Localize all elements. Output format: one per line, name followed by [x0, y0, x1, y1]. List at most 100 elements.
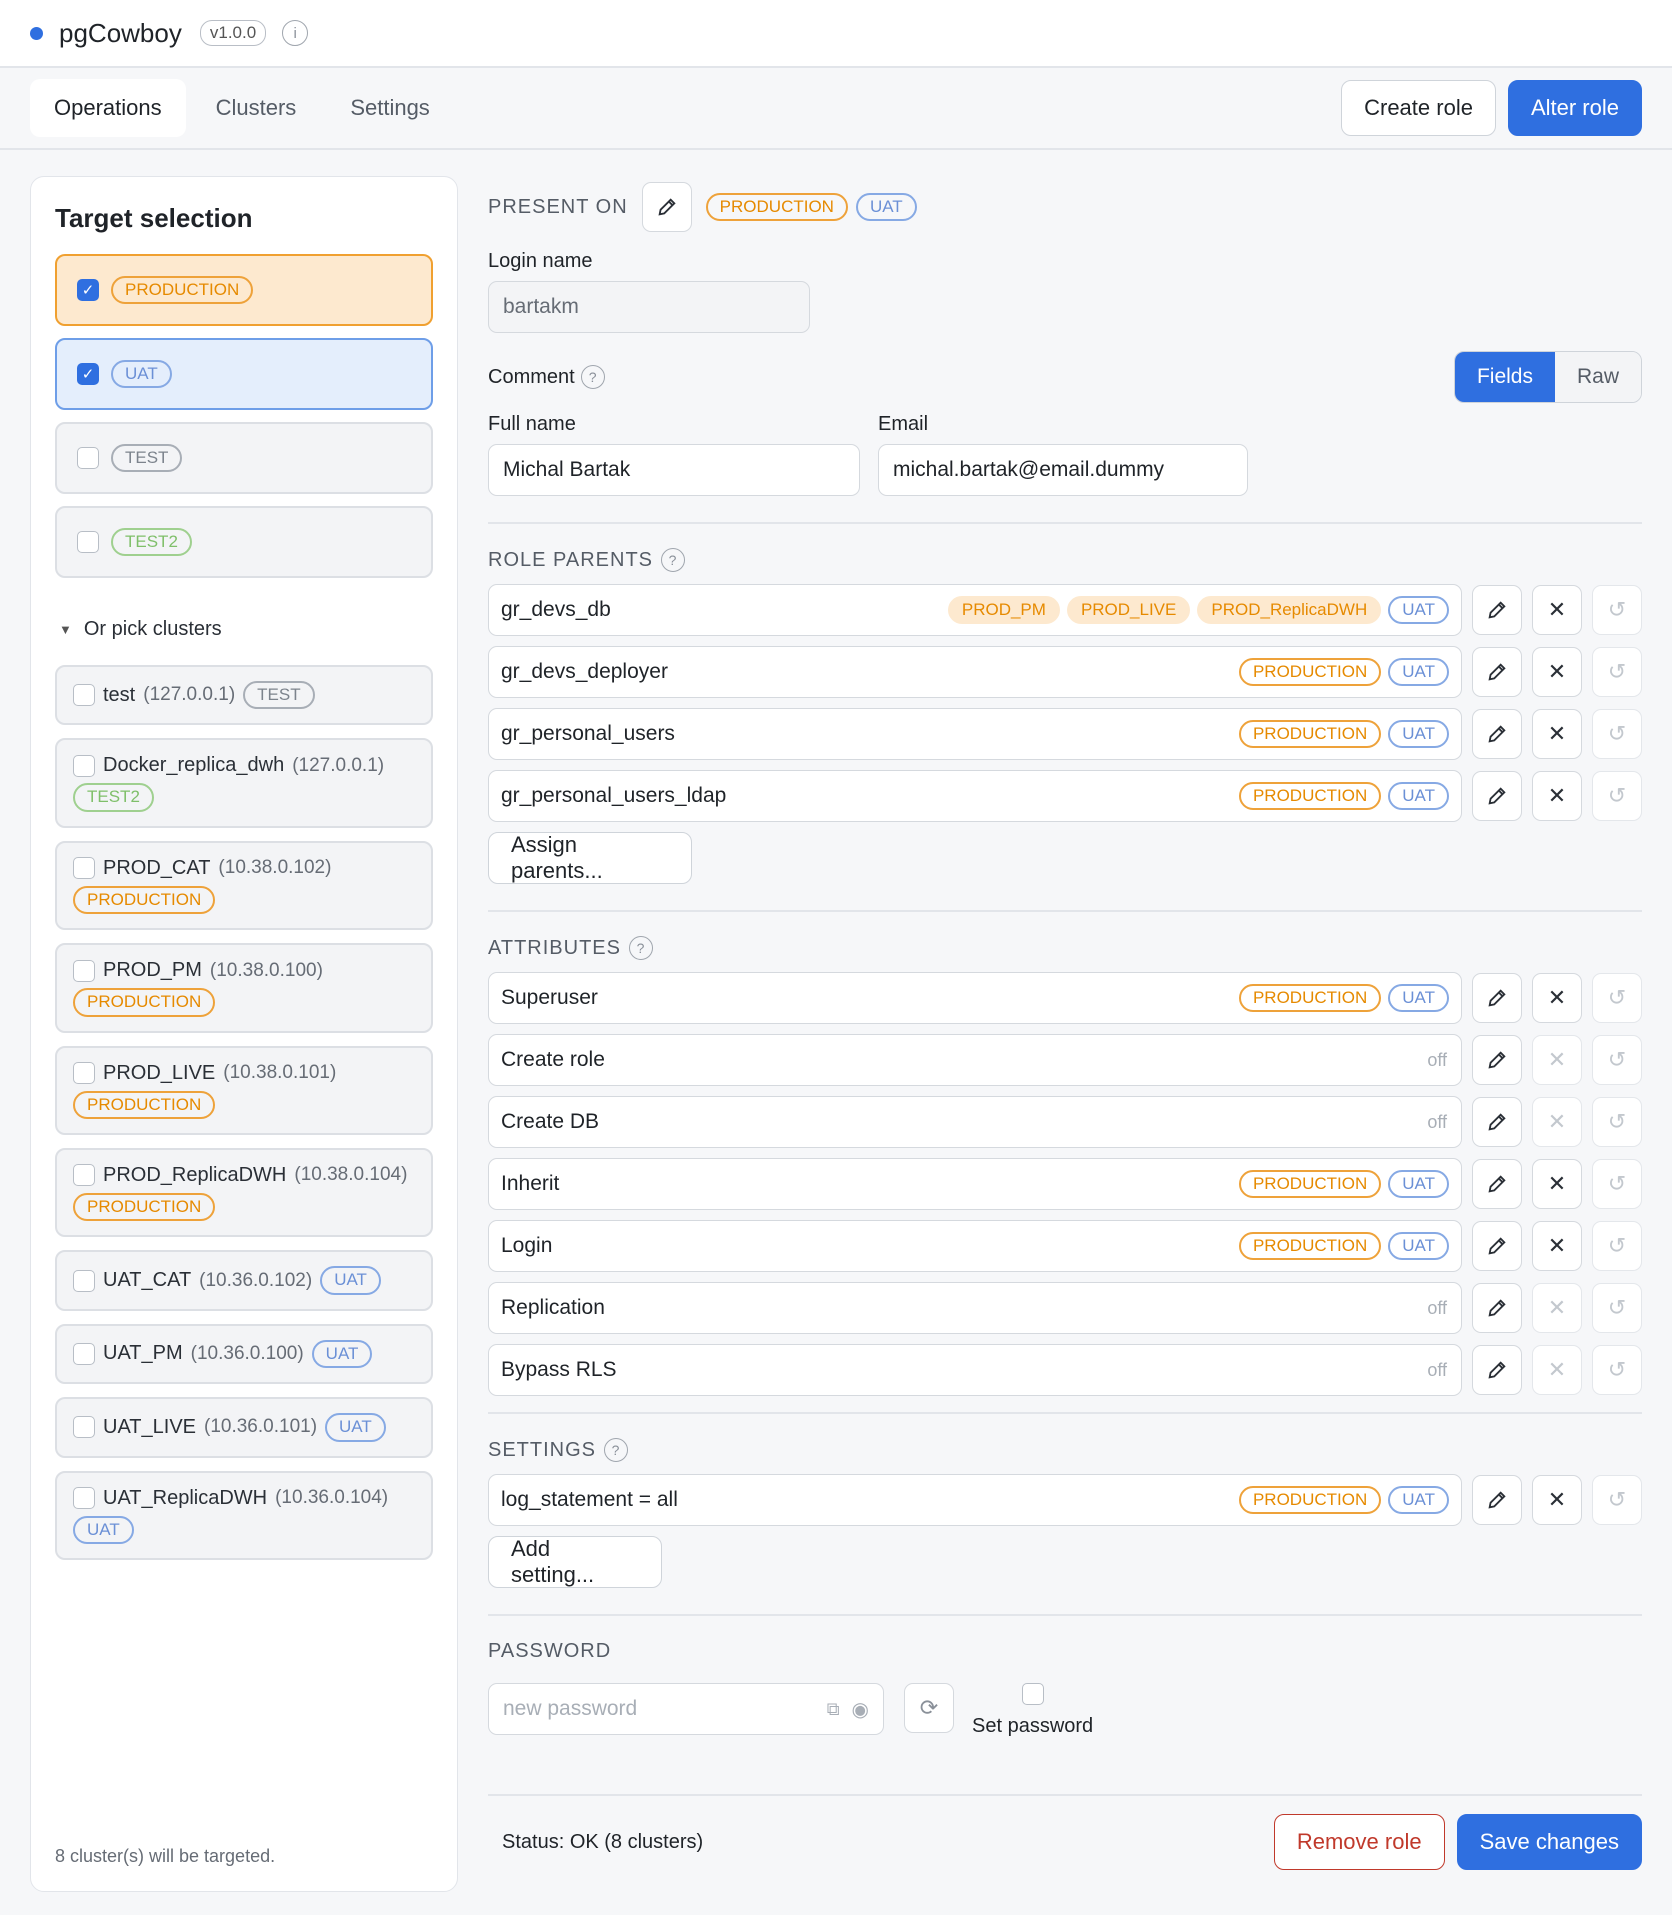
remove-button[interactable]: ✕ — [1532, 585, 1582, 635]
cluster-checkbox[interactable] — [73, 754, 95, 777]
revert-button[interactable]: ↺ — [1592, 771, 1642, 821]
cluster-name: UAT_CAT — [103, 1269, 192, 1292]
tab-operations[interactable]: Operations — [30, 79, 186, 137]
cluster-card[interactable]: UAT_CAT (10.36.0.102) UAT — [55, 1250, 433, 1311]
remove-button[interactable]: ✕ — [1532, 771, 1582, 821]
cluster-checkbox[interactable] — [73, 1416, 95, 1439]
env-tag: UAT — [1388, 781, 1449, 811]
save-changes-button[interactable]: Save changes — [1456, 1814, 1642, 1870]
setting-row: log_statement = all PRODUCTION UAT ✕ ↺ — [488, 1474, 1642, 1526]
assign-parents-button[interactable]: Assign parents... — [488, 832, 692, 884]
cluster-card[interactable]: PROD_PM (10.38.0.100) PRODUCTION — [55, 943, 433, 1033]
edit-button[interactable] — [1472, 973, 1522, 1023]
env-card-production[interactable]: ✓ PRODUCTION — [55, 254, 433, 326]
add-setting-button[interactable]: Add setting... — [488, 1536, 662, 1588]
pick-clusters-toggle[interactable]: ▼ Or pick clusters — [59, 618, 433, 641]
info-icon[interactable]: i — [282, 20, 309, 46]
cluster-card[interactable]: test (127.0.0.1) TEST — [55, 665, 433, 726]
help-icon[interactable]: ? — [628, 936, 653, 960]
env-card-uat[interactable]: ✓ UAT — [55, 338, 433, 410]
remove-button[interactable]: ✕ — [1532, 1345, 1582, 1395]
revert-button[interactable]: ↺ — [1592, 973, 1642, 1023]
revert-button[interactable]: ↺ — [1592, 1345, 1642, 1395]
generate-password-button[interactable]: ⟳ — [904, 1683, 954, 1733]
env-checkbox-test2[interactable] — [77, 531, 99, 553]
edit-button[interactable] — [1472, 1283, 1522, 1333]
help-icon[interactable]: ? — [661, 548, 685, 572]
full-name-input[interactable]: Michal Bartak — [488, 444, 860, 496]
cluster-card[interactable]: PROD_LIVE (10.38.0.101) PRODUCTION — [55, 1045, 433, 1135]
cluster-checkbox[interactable] — [73, 684, 95, 707]
cluster-card[interactable]: UAT_LIVE (10.36.0.101) UAT — [55, 1397, 433, 1458]
attribute-row: Inherit PRODUCTION UAT ✕ ↺ — [488, 1158, 1642, 1210]
help-icon[interactable]: ? — [580, 365, 605, 389]
revert-button[interactable]: ↺ — [1592, 1035, 1642, 1085]
alter-role-button[interactable]: Alter role — [1507, 80, 1642, 136]
edit-button[interactable] — [1472, 1159, 1522, 1209]
remove-button[interactable]: ✕ — [1532, 1097, 1582, 1147]
cluster-card[interactable]: Docker_replica_dwh (127.0.0.1) TEST2 — [55, 738, 433, 828]
close-icon: ✕ — [1547, 1171, 1567, 1196]
cluster-card[interactable]: PROD_CAT (10.38.0.102) PRODUCTION — [55, 840, 433, 931]
revert-button[interactable]: ↺ — [1592, 585, 1642, 635]
remove-button[interactable]: ✕ — [1532, 1159, 1582, 1209]
cluster-checkbox[interactable] — [73, 959, 95, 982]
edit-button[interactable] — [1472, 647, 1522, 697]
edit-button[interactable] — [1472, 771, 1522, 821]
off-status: off — [1427, 1359, 1447, 1380]
status-dot-icon — [30, 26, 43, 40]
cluster-card[interactable]: UAT_PM (10.36.0.100) UAT — [55, 1323, 433, 1385]
revert-button[interactable]: ↺ — [1592, 647, 1642, 697]
remove-button[interactable]: ✕ — [1532, 1475, 1582, 1525]
revert-button[interactable]: ↺ — [1592, 1221, 1642, 1271]
cluster-checkbox[interactable] — [73, 1487, 95, 1510]
cluster-checkbox[interactable] — [73, 857, 95, 880]
email-input[interactable]: michal.bartak@email.dummy — [878, 444, 1248, 496]
edit-button[interactable] — [1472, 585, 1522, 635]
revert-button[interactable]: ↺ — [1592, 709, 1642, 759]
remove-button[interactable]: ✕ — [1532, 1221, 1582, 1271]
cluster-checkbox[interactable] — [73, 1062, 95, 1085]
attribute-item: Create role off — [488, 1034, 1462, 1086]
remove-button[interactable]: ✕ — [1532, 1283, 1582, 1333]
raw-mode-button[interactable]: Raw — [1554, 352, 1641, 402]
undo-icon: ↺ — [1607, 597, 1627, 622]
cluster-card[interactable]: PROD_ReplicaDWH (10.38.0.104) PRODUCTION — [55, 1147, 433, 1238]
edit-button[interactable] — [1472, 1345, 1522, 1395]
cluster-card[interactable]: UAT_ReplicaDWH (10.36.0.104) UAT — [55, 1470, 433, 1560]
edit-button[interactable] — [1472, 1097, 1522, 1147]
copy-icon[interactable]: ⧉ — [827, 1699, 840, 1720]
eye-icon[interactable]: ◉ — [852, 1697, 869, 1722]
remove-button[interactable]: ✕ — [1532, 1035, 1582, 1085]
env-card-test[interactable]: TEST — [55, 422, 433, 494]
env-checkbox-uat[interactable]: ✓ — [77, 363, 99, 385]
revert-button[interactable]: ↺ — [1592, 1283, 1642, 1333]
remove-button[interactable]: ✕ — [1532, 973, 1582, 1023]
cluster-checkbox[interactable] — [73, 1342, 95, 1365]
edit-present-on-button[interactable] — [641, 182, 692, 232]
env-checkbox-test[interactable] — [77, 447, 99, 469]
cluster-checkbox[interactable] — [73, 1269, 95, 1292]
revert-button[interactable]: ↺ — [1592, 1475, 1642, 1525]
help-icon[interactable]: ? — [604, 1438, 629, 1462]
env-card-test2[interactable]: TEST2 — [55, 506, 433, 578]
edit-button[interactable] — [1472, 1475, 1522, 1525]
remove-button[interactable]: ✕ — [1532, 709, 1582, 759]
revert-button[interactable]: ↺ — [1592, 1159, 1642, 1209]
remove-button[interactable]: ✕ — [1532, 647, 1582, 697]
attribute-row: Bypass RLS off ✕ ↺ — [488, 1344, 1642, 1396]
tab-clusters[interactable]: Clusters — [192, 79, 321, 137]
edit-button[interactable] — [1472, 709, 1522, 759]
password-input[interactable]: new password ⧉ ◉ — [488, 1683, 884, 1735]
create-role-button[interactable]: Create role — [1341, 80, 1496, 136]
tab-settings[interactable]: Settings — [326, 79, 454, 137]
set-password-checkbox[interactable] — [1021, 1683, 1044, 1705]
fields-mode-button[interactable]: Fields — [1454, 352, 1555, 402]
revert-button[interactable]: ↺ — [1592, 1097, 1642, 1147]
edit-button[interactable] — [1472, 1221, 1522, 1271]
attribute-name: Inherit — [501, 1172, 560, 1195]
remove-role-button[interactable]: Remove role — [1273, 1814, 1445, 1870]
cluster-checkbox[interactable] — [73, 1164, 95, 1187]
edit-button[interactable] — [1472, 1035, 1522, 1085]
env-checkbox-production[interactable]: ✓ — [77, 279, 99, 301]
